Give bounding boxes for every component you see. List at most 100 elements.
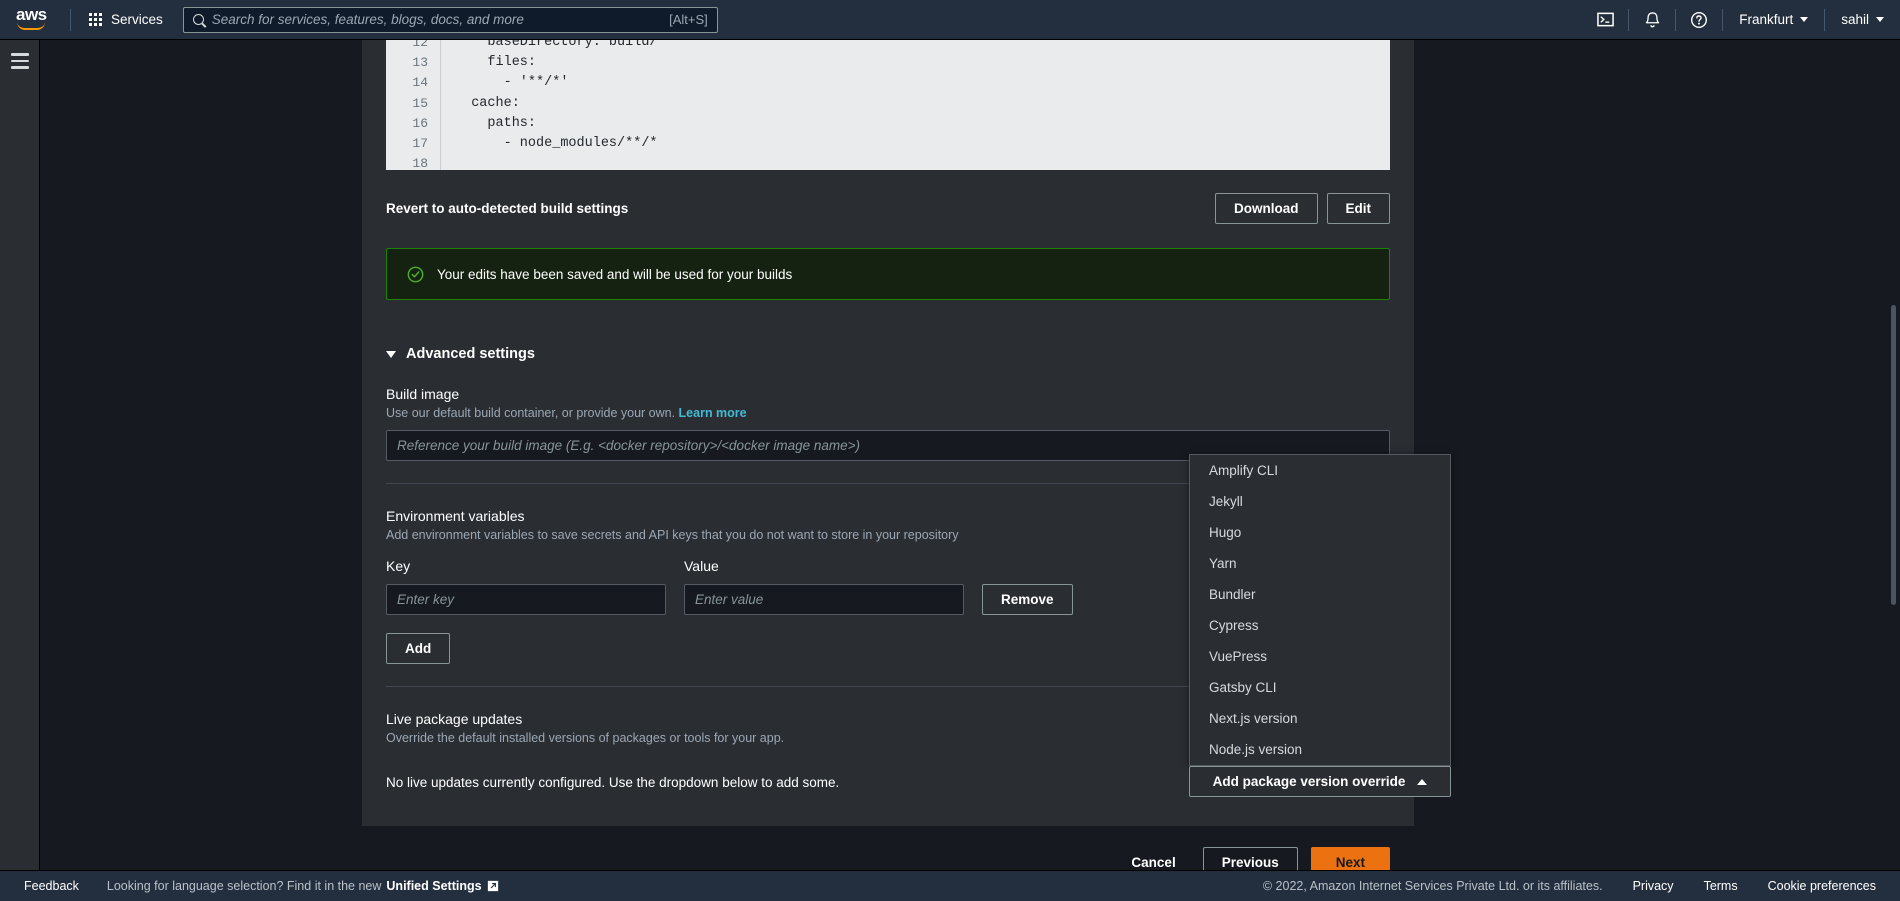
buildspec-code-editor[interactable]: 12 baseDirectory: build/ 13 files: 14 - …: [386, 40, 1390, 170]
terms-link[interactable]: Terms: [1704, 879, 1738, 893]
language-prompt-text: Looking for language selection? Find it …: [106, 879, 382, 893]
package-override-menu: Amplify CLI Jekyll Hugo Yarn Bundler Cyp…: [1189, 454, 1451, 766]
line-number: 17: [412, 136, 428, 152]
line-number: 16: [412, 115, 428, 131]
top-navigation-bar: aws Services Search for services, featur…: [0, 0, 1900, 40]
code-lines-container: 12 baseDirectory: build/ 13 files: 14 - …: [386, 40, 1390, 170]
unified-settings-link[interactable]: Unified Settings: [386, 879, 481, 893]
line-content: cache:: [455, 95, 520, 111]
menu-item-vuepress[interactable]: VuePress: [1190, 641, 1450, 672]
language-settings-notice: Looking for language selection? Find it …: [107, 879, 499, 893]
remove-env-var-button[interactable]: Remove: [982, 584, 1073, 615]
vertical-scrollbar[interactable]: [1891, 305, 1896, 605]
search-icon: [192, 14, 204, 25]
services-menu-button[interactable]: Services: [85, 7, 167, 32]
page-footer: Feedback Looking for language selection?…: [0, 870, 1900, 901]
code-line: 13 files:: [386, 52, 1390, 73]
menu-item-nextjs-version[interactable]: Next.js version: [1190, 703, 1450, 734]
line-content: files:: [455, 54, 537, 70]
cloudshell-button[interactable]: [1582, 0, 1628, 40]
env-key-column: Key: [386, 544, 666, 615]
feedback-link[interactable]: Feedback: [24, 879, 79, 893]
advanced-settings-title: Advanced settings: [406, 346, 535, 362]
line-content: baseDirectory: build/: [455, 40, 658, 50]
aws-logo-text: aws: [16, 4, 47, 24]
line-number: 12: [412, 40, 428, 50]
search-input[interactable]: Search for services, features, blogs, do…: [212, 12, 661, 27]
hamburger-icon[interactable]: [10, 53, 29, 69]
menu-item-yarn[interactable]: Yarn: [1190, 548, 1450, 579]
chevron-down-icon: [1876, 17, 1884, 22]
env-key-input[interactable]: [386, 584, 666, 615]
menu-item-cypress[interactable]: Cypress: [1190, 610, 1450, 641]
bell-icon: [1645, 11, 1659, 27]
line-number: 13: [412, 54, 428, 70]
code-line: 18: [386, 153, 1390, 170]
copyright-text: © 2022, Amazon Internet Services Private…: [1262, 879, 1603, 893]
question-circle-icon: [1691, 11, 1708, 28]
caret-down-icon: [386, 350, 396, 358]
line-content: paths:: [455, 115, 537, 131]
region-selector[interactable]: Frankfurt: [1723, 0, 1824, 40]
package-override-dropdown: Amplify CLI Jekyll Hugo Yarn Bundler Cyp…: [1189, 454, 1451, 797]
account-menu[interactable]: sahil: [1825, 0, 1900, 40]
build-image-description: Use our default build container, or prov…: [386, 406, 1390, 420]
add-env-var-button[interactable]: Add: [386, 633, 451, 664]
env-key-label: Key: [386, 558, 411, 574]
menu-item-nodejs-version[interactable]: Node.js version: [1190, 734, 1450, 765]
add-package-version-override-button[interactable]: Add package version override: [1189, 766, 1451, 797]
account-label: sahil: [1841, 12, 1869, 27]
dropdown-button-label: Add package version override: [1212, 774, 1406, 789]
code-line: 15 cache:: [386, 92, 1390, 114]
line-content: - '**/*': [455, 75, 569, 91]
code-line: 12 baseDirectory: build/: [386, 40, 1390, 53]
notifications-button[interactable]: [1629, 0, 1675, 40]
cancel-button[interactable]: Cancel: [1117, 855, 1189, 870]
region-label: Frankfurt: [1739, 12, 1794, 27]
code-line: 14 - '**/*': [386, 72, 1390, 93]
external-link-icon: [487, 880, 498, 892]
editor-actions: Download Edit: [1215, 192, 1390, 224]
gutter-divider: [440, 153, 441, 170]
menu-item-jekyll[interactable]: Jekyll: [1190, 486, 1450, 517]
terminal-icon: [1596, 12, 1614, 27]
edit-button[interactable]: Edit: [1326, 192, 1390, 224]
caret-up-icon: [1417, 778, 1428, 785]
advanced-settings-toggle[interactable]: Advanced settings: [386, 346, 1390, 362]
left-sidebar: [0, 40, 40, 887]
services-label: Services: [111, 12, 163, 27]
env-value-label: Value: [684, 558, 719, 574]
line-content: - node_modules/**/*: [455, 136, 658, 152]
help-button[interactable]: [1676, 0, 1722, 40]
menu-item-amplify-cli[interactable]: Amplify CLI: [1190, 455, 1450, 486]
cookie-preferences-link[interactable]: Cookie preferences: [1768, 879, 1876, 893]
build-image-learn-more-link[interactable]: Learn more: [679, 406, 747, 420]
check-circle-icon: [407, 266, 424, 282]
global-search-box[interactable]: Search for services, features, blogs, do…: [182, 6, 718, 33]
line-number: 18: [412, 156, 428, 170]
aws-logo[interactable]: aws: [16, 4, 56, 33]
build-image-description-text: Use our default build container, or prov…: [386, 406, 676, 420]
menu-item-gatsby-cli[interactable]: Gatsby CLI: [1190, 672, 1450, 703]
footer-left-group: Feedback Looking for language selection?…: [24, 879, 499, 893]
nav-divider: [70, 8, 71, 31]
menu-item-bundler[interactable]: Bundler: [1190, 579, 1450, 610]
env-value-column: Value: [684, 544, 964, 615]
nav-right-group: Frankfurt sahil: [1582, 0, 1900, 39]
search-shortcut-hint: [Alt+S]: [669, 12, 708, 27]
alert-message: Your edits have been saved and will be u…: [437, 266, 793, 282]
main-content-area: 12 baseDirectory: build/ 13 files: 14 - …: [40, 40, 1900, 887]
line-number: 14: [412, 75, 428, 91]
revert-label: Revert to auto-detected build settings: [386, 200, 629, 216]
chevron-down-icon: [1800, 17, 1809, 22]
save-success-alert: Your edits have been saved and will be u…: [386, 248, 1390, 300]
build-image-label: Build image: [386, 386, 460, 402]
menu-item-hugo[interactable]: Hugo: [1190, 517, 1450, 548]
env-value-input[interactable]: [684, 584, 964, 615]
footer-right-group: © 2022, Amazon Internet Services Private…: [1263, 879, 1876, 893]
line-number: 15: [412, 95, 428, 111]
download-button[interactable]: Download: [1215, 192, 1318, 224]
grid-icon: [89, 13, 102, 26]
code-line: 17 - node_modules/**/*: [386, 133, 1390, 154]
privacy-link[interactable]: Privacy: [1633, 879, 1674, 893]
